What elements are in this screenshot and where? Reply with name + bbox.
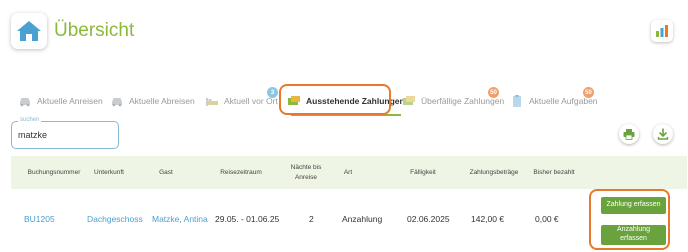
tab-label: Aktuelle Abreisen [129, 96, 195, 106]
cell-bisher-bezahlt: 0,00 € [535, 214, 559, 224]
tab-aktuelle-aufgaben[interactable]: Aktuelle Aufgaben 50 [510, 84, 598, 118]
tab-aktuelle-abreisen[interactable]: Aktuelle Abreisen [110, 84, 195, 118]
tab-badge: 50 [583, 87, 594, 98]
tab-ueberfaellige-zahlungen[interactable]: Überfällige Zahlungen 50 [402, 84, 504, 118]
bar-chart-icon [656, 25, 668, 37]
car-icon [112, 98, 122, 107]
header-naechte-bis-anreise[interactable]: Nächte bis Anreise [281, 156, 331, 189]
header-naechte-line2: Anreise [294, 173, 318, 181]
overview-page: Übersicht Aktuelle Anreisen Aktuelle Abr… [0, 0, 688, 252]
cell-art: Anzahlung [342, 214, 383, 224]
tab-badge: 50 [488, 87, 499, 98]
search-field[interactable]: suchen [11, 117, 119, 149]
table-row: BU1205 Dachgeschoss Matzke, Antina 29.05… [11, 189, 687, 249]
cell-zahlungsbetrag: 142,00 € [471, 214, 505, 224]
cell-naechte: 2 [309, 214, 314, 224]
search-label: suchen [18, 117, 42, 123]
header-zahlungsbetraege[interactable]: Zahlungsbeträge [461, 156, 527, 189]
bed-icon [206, 98, 218, 106]
page-title: Übersicht [54, 20, 135, 41]
home-button[interactable] [11, 13, 47, 49]
tab-aktuell-vor-ort[interactable]: Aktuell vor Ort 3 [205, 84, 278, 118]
clipboard-icon [513, 95, 521, 107]
header-buchungsnummer[interactable]: Buchungsnummer [21, 156, 87, 189]
highlight-frame-tab [279, 84, 391, 115]
cash-icon [403, 96, 415, 105]
search-input[interactable] [18, 130, 114, 140]
printer-icon [623, 128, 635, 140]
cell-reisezeitraum: 29.05. - 01.06.25 [215, 214, 280, 224]
header-reisezeitraum[interactable]: Reisezeitraum [211, 156, 271, 189]
cell-gast[interactable]: Matzke, Antina [152, 189, 208, 249]
car-icon [20, 98, 30, 107]
header-gast[interactable]: Gast [146, 156, 186, 189]
header-faelligkeit[interactable]: Fälligkeit [399, 156, 447, 189]
download-icon [657, 128, 669, 140]
header-naechte-line1: Nächte bis [290, 163, 322, 171]
cell-buchungsnummer[interactable]: BU1205 [24, 189, 55, 249]
download-button[interactable] [653, 124, 673, 144]
cell-faelligkeit: 02.06.2025 [407, 214, 450, 224]
tab-label: Aktuelle Anreisen [37, 96, 103, 106]
table-header: Buchungsnummer Unterkunft Gast Reisezeit… [11, 156, 687, 189]
highlight-frame-buttons [589, 189, 670, 250]
header-unterkunft[interactable]: Unterkunft [87, 156, 131, 189]
print-button[interactable] [619, 124, 639, 144]
tab-badge: 3 [267, 87, 278, 98]
cell-unterkunft[interactable]: Dachgeschoss [87, 189, 143, 249]
header-art[interactable]: Art [333, 156, 363, 189]
statistics-button[interactable] [651, 20, 673, 42]
tab-aktuelle-anreisen[interactable]: Aktuelle Anreisen [18, 84, 103, 118]
home-icon [17, 21, 41, 41]
header-bisher-bezahlt[interactable]: Bisher bezahlt [529, 156, 579, 189]
